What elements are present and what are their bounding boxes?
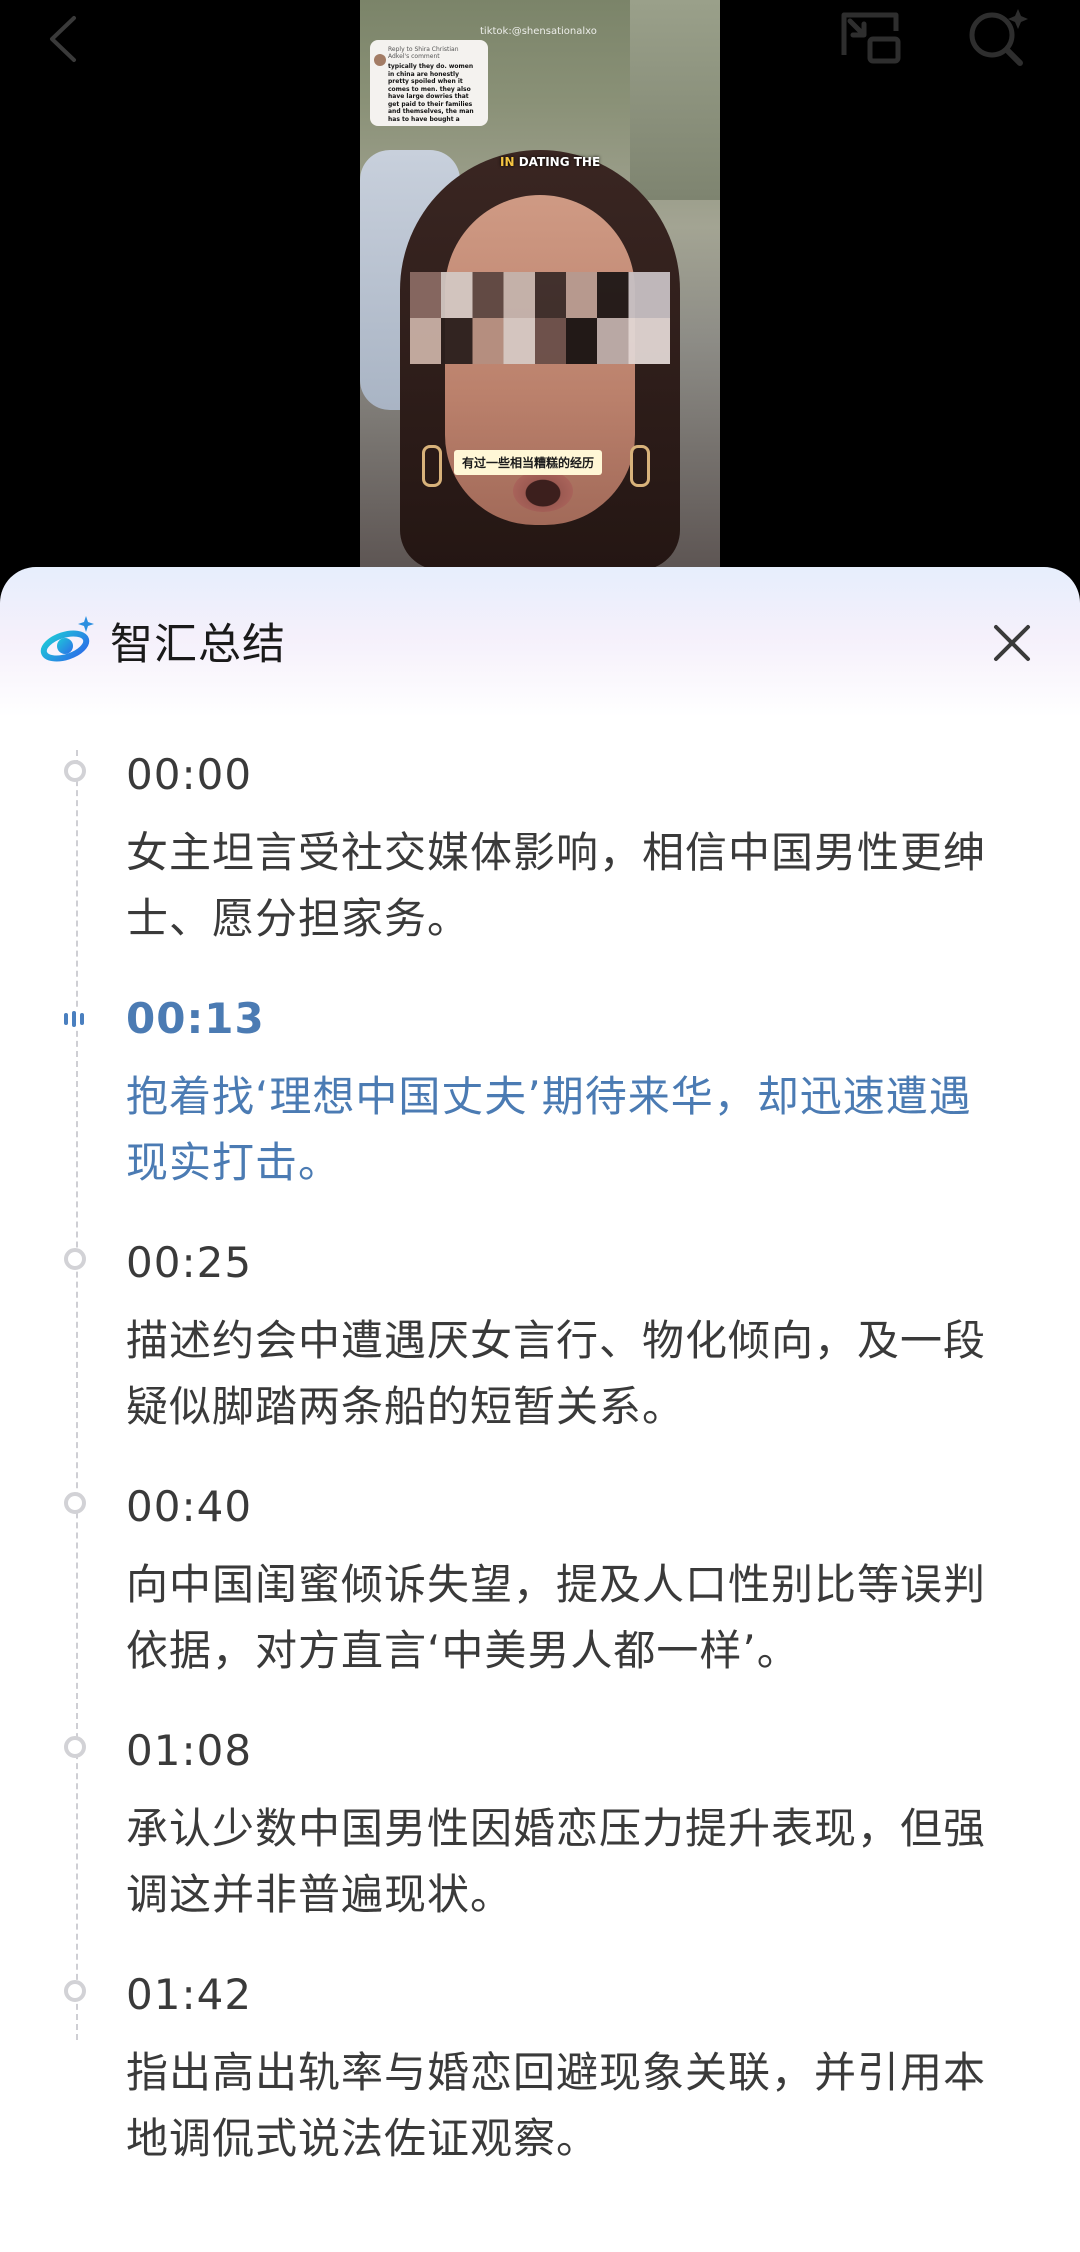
caption-rest: DATING THE	[514, 155, 601, 169]
comment-header: Reply to Shira Christian Adkel's comment	[388, 46, 459, 60]
video-frame[interactable]: tiktok:@shensationalxo Reply to Shira Ch…	[360, 0, 720, 568]
picture-in-picture-button[interactable]	[832, 5, 904, 67]
video-player[interactable]: tiktok:@shensationalxo Reply to Shira Ch…	[0, 0, 1080, 600]
sheet-title: 智汇总结	[110, 620, 286, 670]
video-background	[630, 0, 720, 200]
video-caption-top: IN DATING THE	[500, 155, 600, 169]
timeline-line	[76, 750, 78, 2040]
ai-search-icon	[969, 9, 1028, 66]
timestamp: 01:08	[126, 1726, 253, 1775]
entry-description: 承认少数中国男性因婚恋压力提升表现，但强调这并非普遍现状。	[126, 1804, 987, 1919]
timeline-dot	[64, 760, 86, 782]
ai-search-button[interactable]	[960, 5, 1032, 67]
close-button[interactable]	[988, 619, 1036, 667]
caption-highlight: IN	[500, 155, 515, 169]
sheet-header: 智汇总结	[40, 611, 286, 671]
entry-description: 指出高出轨率与婚恋回避现象关联，并引用本地调侃式说法佐证观察。	[126, 2048, 987, 2163]
video-subtitle: 有过一些相当糟糕的经历	[454, 450, 603, 475]
entry-description: 女主坦言受社交媒体影响，相信中国男性更绅士、愿分担家务。	[126, 828, 987, 943]
timeline-dot	[64, 1492, 86, 1514]
entry-description: 描述约会中遭遇厌女言行、物化倾向，及一段疑似脚踏两条船的短暂关系。	[126, 1316, 987, 1431]
timestamp: 00:13	[126, 994, 265, 1043]
timestamp: 00:40	[126, 1482, 253, 1531]
picture-in-picture-icon	[841, 12, 901, 64]
earring-left	[422, 445, 442, 487]
video-watermark: tiktok:@shensationalxo	[480, 26, 597, 37]
chevron-left-icon	[50, 16, 76, 62]
mosaic-blur	[410, 272, 670, 364]
timeline-dot	[64, 1980, 86, 2002]
earring-right	[630, 445, 650, 487]
video-person-mouth	[513, 470, 573, 512]
comment-text: typically they do. women in china are ho…	[388, 63, 474, 123]
timestamp: 01:42	[126, 1970, 253, 2019]
zhihui-logo-icon	[40, 616, 94, 662]
timestamp: 00:00	[126, 750, 253, 799]
timeline-dot	[64, 1736, 86, 1758]
timestamp: 00:25	[126, 1238, 253, 1287]
back-button[interactable]	[40, 14, 90, 64]
entry-description: 抱着找‘理想中国丈夫’期待来华，却迅速遭遇现实打击。	[126, 1072, 972, 1187]
entry-description: 向中国闺蜜倾诉失望，提及人口性别比等误判依据，对方直言‘中美男人都一样’。	[126, 1560, 987, 1675]
summary-sheet: 智汇总结 00:00 女主坦言受社交媒体影响，相信中国男性更绅士、愿分担家务。 …	[0, 567, 1080, 2252]
reply-comment-card: Reply to Shira Christian Adkel's comment…	[370, 40, 488, 126]
close-icon	[994, 625, 1030, 661]
now-playing-icon	[64, 1008, 92, 1030]
timeline-dot	[64, 1248, 86, 1270]
comment-avatar	[374, 54, 386, 66]
